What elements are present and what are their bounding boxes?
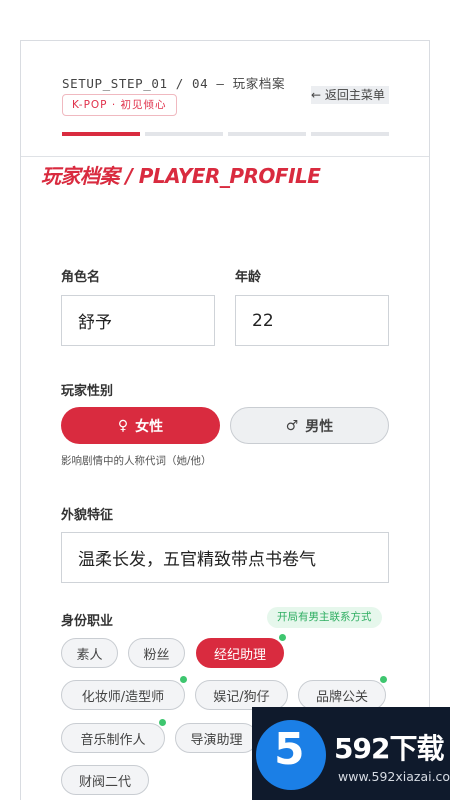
gender-hint: 影响剧情中的人称代词（她/他） <box>61 455 212 467</box>
contact-marker-dot <box>158 718 167 727</box>
progress-segment <box>145 132 223 136</box>
job-chip[interactable]: 娱记/狗仔 <box>195 680 288 710</box>
genre-tag: K-POP · 初见倾心 <box>62 94 177 116</box>
gender-male-label: 男性 <box>305 418 334 435</box>
job-chip[interactable]: 素人 <box>61 638 118 668</box>
job-chip[interactable]: 品牌公关 <box>298 680 386 710</box>
page-title: 玩家档案 / PLAYER_PROFILE <box>41 164 321 188</box>
contact-marker-dot <box>379 675 388 684</box>
gender-female-label: 女性 <box>135 418 164 435</box>
appearance-label: 外貌特征 <box>61 508 114 523</box>
job-chip[interactable]: 音乐制作人 <box>61 723 165 753</box>
watermark-banner: 5 592下载 www.592xiazai.com <box>252 707 450 800</box>
step-indicator: SETUP_STEP_01 / 04 — 玩家档案 <box>62 76 286 91</box>
job-label: 身份职业 <box>61 614 114 629</box>
male-icon: ♂ <box>285 417 299 434</box>
back-to-menu-button[interactable]: ← 返回主菜单 <box>311 86 389 104</box>
setup-header: SETUP_STEP_01 / 04 — 玩家档案 ← 返回主菜单 K-POP … <box>21 41 429 157</box>
progress-segment <box>311 132 389 136</box>
job-chip[interactable]: 财阀二代 <box>61 765 149 795</box>
contact-marker-dot <box>179 675 188 684</box>
contact-marker-dot <box>278 633 287 642</box>
watermark-logo-digit: 5 <box>274 724 305 775</box>
progress-segment <box>228 132 306 136</box>
name-input[interactable]: 舒予 <box>61 295 215 346</box>
step-progress <box>62 132 389 136</box>
female-icon: ♀ <box>117 417 129 434</box>
watermark-brand: 592下载 <box>334 732 444 765</box>
gender-label: 玩家性别 <box>61 384 114 399</box>
age-input[interactable]: 22 <box>235 295 389 346</box>
job-chip[interactable]: 粉丝 <box>128 638 185 668</box>
contact-badge: 开局有男主联系方式 <box>267 607 382 628</box>
job-chip-selected[interactable]: 经纪助理 <box>196 638 284 668</box>
gender-female-button[interactable]: ♀ 女性 <box>61 407 220 444</box>
job-chip[interactable]: 化妆师/造型师 <box>61 680 185 710</box>
appearance-input[interactable]: 温柔长发，五官精致带点书卷气 <box>61 532 389 583</box>
job-chip[interactable]: 导演助理 <box>175 723 258 753</box>
watermark-url: www.592xiazai.com <box>338 769 450 784</box>
progress-segment <box>62 132 140 136</box>
gender-male-button[interactable]: ♂ 男性 <box>230 407 389 444</box>
name-label: 角色名 <box>61 270 101 285</box>
age-label: 年龄 <box>235 270 262 285</box>
